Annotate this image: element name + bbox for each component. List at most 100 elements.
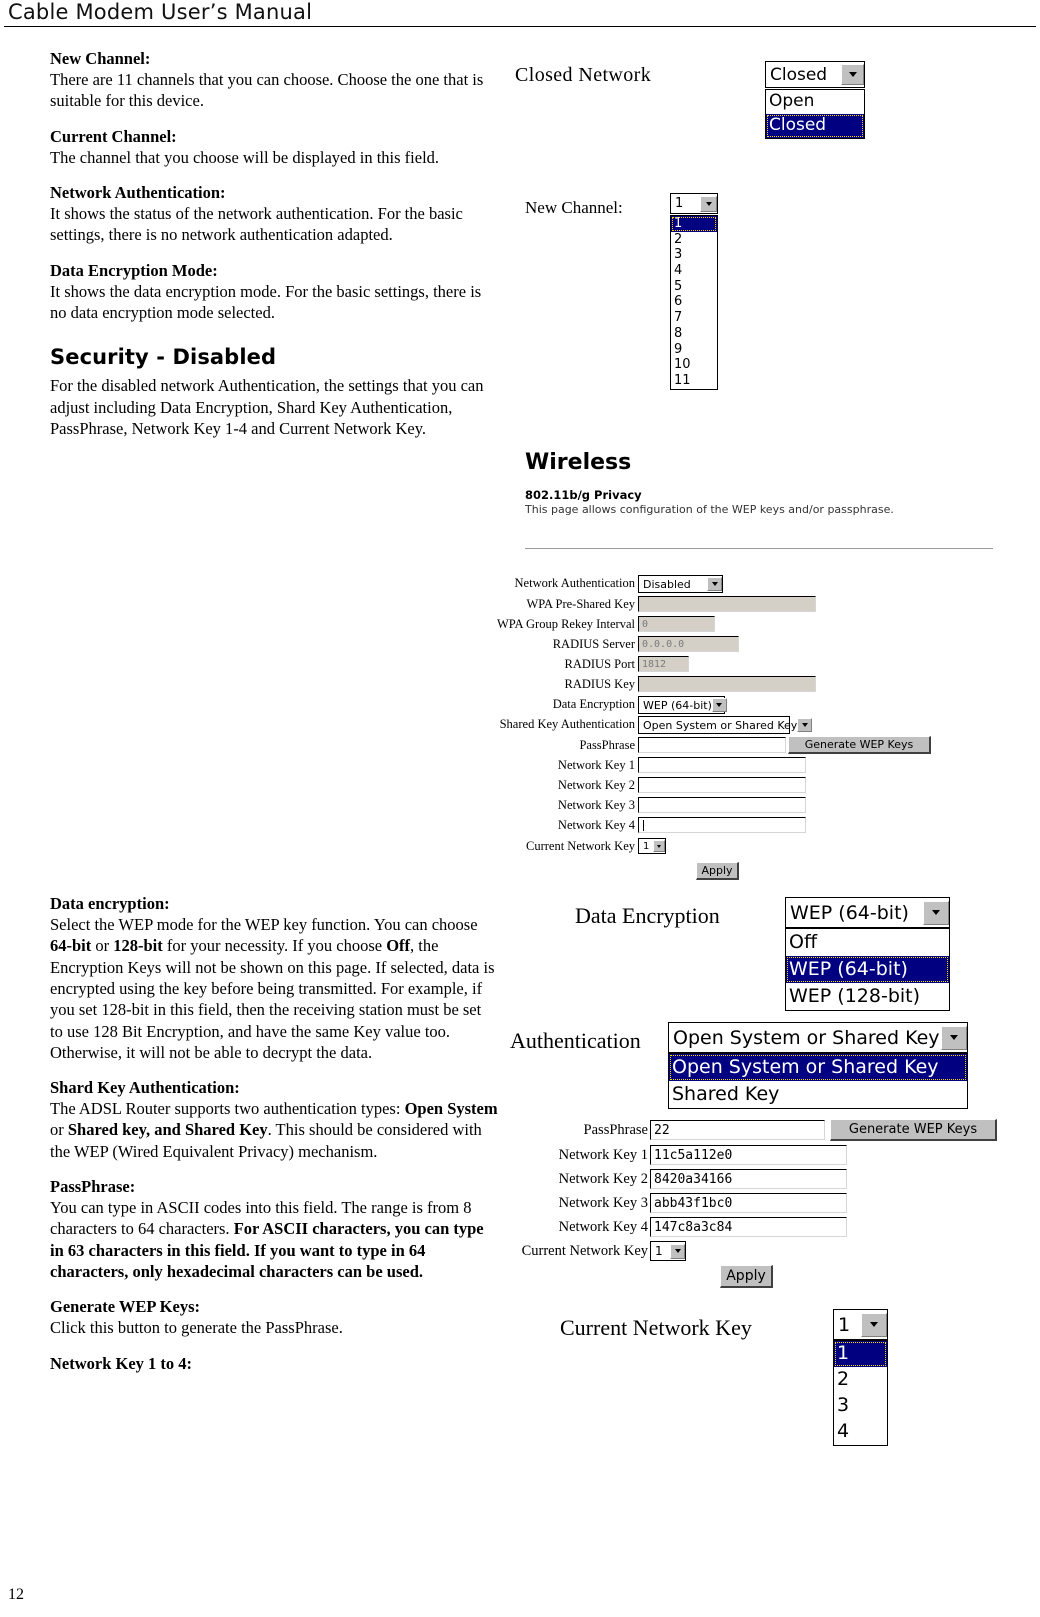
chevron-down-icon[interactable] — [670, 1243, 685, 1259]
option-item[interactable]: Open — [766, 90, 864, 114]
field-label: Network Key 4 — [558, 1219, 648, 1235]
current-network-key-label: Current Network Key — [560, 1315, 752, 1340]
radius-server-input[interactable]: 0.0.0.0 — [638, 636, 739, 652]
option-item[interactable]: WEP (128-bit) — [786, 983, 949, 1010]
keys-row-network-key-4: Network Key 4 147c8a3c84 — [500, 1217, 1010, 1237]
authentication-value: Open System or Shared Key — [673, 1026, 940, 1049]
field-label: Network Key 2 — [557, 778, 635, 792]
current-network-key-select[interactable]: 1 — [833, 1309, 888, 1340]
chevron-down-icon[interactable] — [841, 64, 864, 85]
field-label: Network Key 1 — [558, 1147, 648, 1163]
option-item[interactable]: 10 — [671, 357, 717, 373]
option-item[interactable]: Closed — [766, 114, 864, 138]
chevron-down-icon[interactable] — [711, 698, 727, 712]
chevron-down-icon[interactable] — [861, 1312, 887, 1337]
option-item[interactable]: WEP (64-bit) — [786, 956, 949, 983]
chevron-down-icon[interactable] — [653, 840, 665, 852]
network-authentication-select[interactable]: Disabled — [638, 575, 723, 593]
option-item[interactable]: 3 — [671, 247, 717, 263]
option-item[interactable]: 1 — [834, 1341, 887, 1367]
closed-network-option-list[interactable]: Open Closed — [765, 89, 865, 139]
apply-button[interactable]: Apply — [720, 1265, 773, 1288]
option-item[interactable]: 4 — [671, 263, 717, 279]
generate-wep-keys-button[interactable]: Generate WEP Keys — [788, 736, 931, 754]
network-key-3-input[interactable] — [638, 797, 806, 813]
field-label: WPA Pre-Shared Key — [526, 597, 635, 611]
data-encryption-select[interactable]: WEP (64-bit) — [785, 897, 950, 928]
new-channel-select[interactable]: 1 — [670, 193, 718, 214]
section-body: There are 11 channels that you can choos… — [50, 70, 484, 111]
current-network-key-value: 1 — [838, 1313, 851, 1336]
network-key-3-input[interactable]: abb43f1bc0 — [650, 1193, 847, 1213]
option-item[interactable]: Open System or Shared Key — [669, 1054, 967, 1081]
current-network-key-value: 1 — [655, 1244, 663, 1258]
radius-key-input[interactable] — [638, 676, 816, 692]
option-item[interactable]: 2 — [671, 232, 717, 248]
chevron-down-icon[interactable] — [700, 195, 717, 212]
option-item[interactable]: 2 — [834, 1367, 887, 1393]
chevron-down-icon[interactable] — [797, 718, 813, 732]
section-new-channel: New Channel: There are 11 channels that … — [50, 48, 498, 112]
chevron-down-icon[interactable] — [923, 900, 949, 925]
form-row-network-key-1: Network Key 1 — [500, 757, 1010, 775]
section-passphrase: PassPhrase: You can type in ASCII codes … — [50, 1176, 498, 1282]
wireless-panel-title: Wireless — [525, 450, 632, 475]
authentication-label: Authentication — [510, 1028, 641, 1053]
header-divider — [4, 26, 1036, 27]
passphrase-input[interactable] — [638, 737, 786, 753]
network-key-4-input[interactable]: 147c8a3c84 — [650, 1217, 847, 1237]
shared-key-authentication-select[interactable]: Open System or Shared Key — [638, 716, 813, 734]
security-disabled-heading: Security - Disabled — [50, 345, 277, 370]
chevron-down-icon[interactable] — [941, 1025, 967, 1050]
new-channel-option-list[interactable]: 1 2 3 4 5 6 7 8 9 10 11 — [670, 215, 718, 390]
current-network-key-value: 1 — [643, 840, 650, 852]
option-item[interactable]: 11 — [671, 373, 717, 389]
current-network-key-option-list[interactable]: 1 2 3 4 — [833, 1340, 888, 1446]
current-network-key-select[interactable]: 1 — [650, 1241, 686, 1261]
network-key-1-input[interactable]: 11c5a112e0 — [650, 1145, 847, 1165]
form-row-network-key-3: Network Key 3 — [500, 797, 1010, 815]
option-item[interactable]: 3 — [834, 1393, 887, 1419]
network-key-1-input[interactable] — [638, 757, 806, 773]
form-row-radius-server: RADIUS Server 0.0.0.0 — [500, 636, 1010, 654]
closed-network-select[interactable]: Closed — [765, 61, 865, 88]
generate-wep-keys-button[interactable]: Generate WEP Keys — [830, 1119, 997, 1141]
section-heading: Shard Key Authentication: — [50, 1078, 240, 1098]
apply-button[interactable]: Apply — [696, 862, 739, 880]
form-row-current-network-key: Current Network Key 1 — [500, 838, 1010, 856]
current-network-key-select[interactable]: 1 — [638, 838, 666, 854]
wpa-group-rekey-interval-input[interactable]: 0 — [638, 616, 715, 632]
section-current-channel: Current Channel: The channel that you ch… — [50, 126, 498, 168]
authentication-select[interactable]: Open System or Shared Key — [668, 1022, 968, 1053]
field-label: Current Network Key — [526, 839, 635, 853]
option-item[interactable]: 9 — [671, 342, 717, 358]
radius-port-input[interactable]: 1812 — [638, 656, 689, 672]
wep-keys-screenshot: PassPhrase 22 Generate WEP Keys Network … — [500, 1119, 1010, 1295]
section-heading: Current Channel: — [50, 126, 177, 146]
network-key-2-input[interactable]: 8420a34166 — [650, 1169, 847, 1189]
passphrase-input[interactable]: 22 — [650, 1120, 825, 1140]
option-item[interactable]: 8 — [671, 326, 717, 342]
field-label: Network Key 2 — [558, 1171, 648, 1187]
option-item[interactable]: Shared Key — [669, 1081, 967, 1108]
section-heading: Data encryption: — [50, 894, 170, 913]
field-label: Network Key 3 — [558, 1195, 648, 1211]
new-channel-screenshot: New Channel: 1 1 2 3 4 5 6 7 8 9 10 11 — [510, 193, 1010, 393]
text-caret — [643, 819, 644, 831]
data-encryption-select[interactable]: WEP (64-bit) — [638, 696, 727, 714]
network-key-2-input[interactable] — [638, 777, 806, 793]
network-key-4-input[interactable] — [638, 817, 806, 833]
chevron-down-icon[interactable] — [707, 577, 722, 591]
authentication-option-list[interactable]: Open System or Shared Key Shared Key — [668, 1053, 968, 1109]
wpa-pre-shared-key-input[interactable] — [638, 596, 816, 612]
option-item[interactable]: 7 — [671, 310, 717, 326]
option-item[interactable]: 6 — [671, 294, 717, 310]
option-item[interactable]: 1 — [671, 216, 717, 232]
current-network-key-dropdown-screenshot: Current Network Key 1 1 2 3 4 — [560, 1305, 1010, 1455]
closed-network-label: Closed Network — [515, 64, 652, 86]
option-item[interactable]: Off — [786, 929, 949, 956]
section-heading: Generate WEP Keys: — [50, 1297, 200, 1317]
option-item[interactable]: 5 — [671, 279, 717, 295]
data-encryption-option-list[interactable]: Off WEP (64-bit) WEP (128-bit) — [785, 928, 950, 1011]
option-item[interactable]: 4 — [834, 1419, 887, 1445]
